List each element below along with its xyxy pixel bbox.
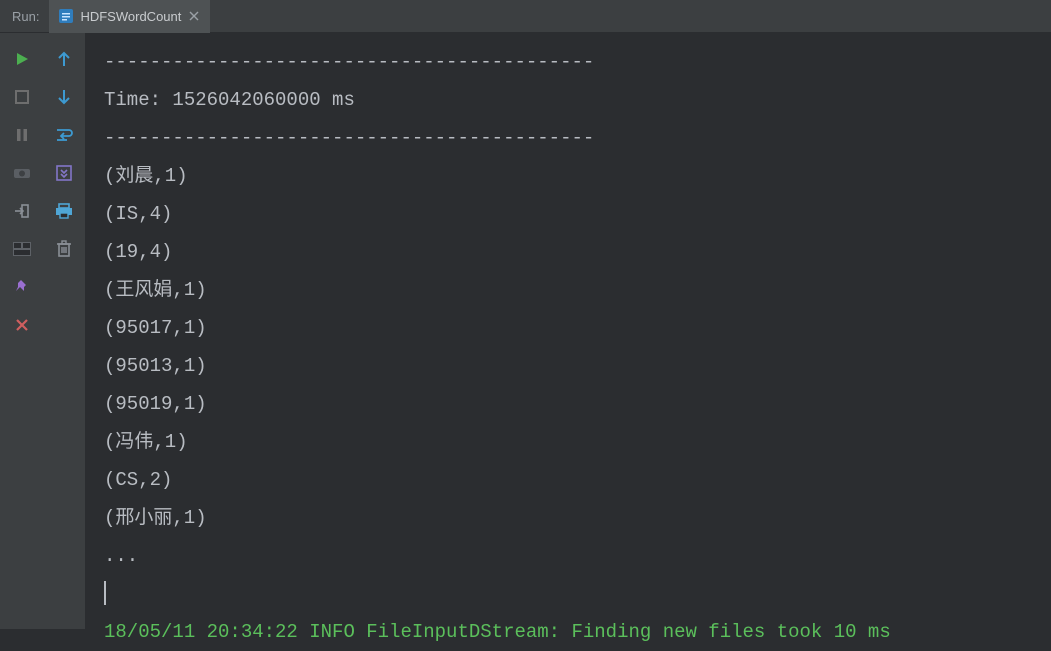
text-caret [104, 581, 106, 605]
log-info-line: 18/05/11 20:34:22 INFO FileInputDStream:… [104, 613, 1033, 651]
run-header: Run: HDFSWordCount [0, 0, 1051, 33]
print-button[interactable] [52, 199, 76, 223]
clear-all-button[interactable] [52, 237, 76, 261]
run-tab-label: HDFSWordCount [80, 9, 181, 24]
run-tab[interactable]: HDFSWordCount [49, 0, 210, 33]
caret-line [104, 575, 1033, 613]
layout-button[interactable] [10, 237, 34, 261]
close-icon[interactable] [188, 10, 200, 22]
scroll-up-button[interactable] [52, 47, 76, 71]
output-row: (95013,1) [104, 347, 1033, 385]
dump-threads-button[interactable] [10, 161, 34, 185]
separator-line: ----------------------------------------… [104, 119, 1033, 157]
run-button[interactable] [10, 47, 34, 71]
output-row: (刘晨,1) [104, 157, 1033, 195]
output-row: (95017,1) [104, 309, 1033, 347]
close-button[interactable] [10, 313, 34, 337]
pin-button[interactable] [10, 275, 34, 299]
console-actions-column [43, 33, 86, 629]
output-row: (王风娟,1) [104, 271, 1033, 309]
separator-line: ----------------------------------------… [104, 43, 1033, 81]
console-output[interactable]: ----------------------------------------… [86, 33, 1051, 629]
exit-button[interactable] [10, 199, 34, 223]
output-row: (IS,4) [104, 195, 1033, 233]
run-actions-column [0, 33, 43, 629]
scroll-down-button[interactable] [52, 85, 76, 109]
output-row: (冯伟,1) [104, 423, 1033, 461]
output-row: (CS,2) [104, 461, 1033, 499]
time-line: Time: 1526042060000 ms [104, 81, 1033, 119]
output-row: (邢小丽,1) [104, 499, 1033, 537]
stop-button[interactable] [10, 85, 34, 109]
soft-wrap-button[interactable] [52, 123, 76, 147]
scala-file-icon [59, 9, 73, 23]
output-row: (95019,1) [104, 385, 1033, 423]
output-ellipsis: ... [104, 537, 1033, 575]
run-label: Run: [0, 9, 49, 24]
scroll-to-end-button[interactable] [52, 161, 76, 185]
output-row: (19,4) [104, 233, 1033, 271]
pause-button[interactable] [10, 123, 34, 147]
